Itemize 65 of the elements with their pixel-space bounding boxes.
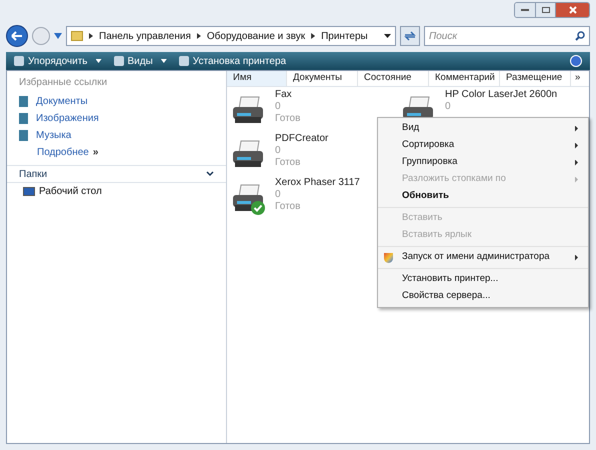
close-icon (568, 6, 576, 14)
library-icon (19, 113, 28, 124)
toolbar-button[interactable]: Виды (114, 54, 167, 68)
sidebar-link[interactable]: Изображения (7, 110, 226, 127)
toolbar-button[interactable]: Установка принтера (178, 54, 286, 68)
folder-icon (71, 31, 83, 41)
search-field[interactable]: Поиск (424, 26, 590, 46)
more-link[interactable]: Подробнее » (7, 144, 226, 161)
address-bar[interactable]: Панель управления Оборудование и звук Принтеры (66, 26, 396, 46)
breadcrumb[interactable]: Принтеры (321, 28, 368, 44)
breadcrumb[interactable]: Оборудование и звук (206, 28, 306, 44)
column-header[interactable]: Документы (287, 71, 358, 86)
printer-status: Готов (275, 201, 302, 213)
refresh-icon (404, 31, 416, 41)
refresh-button[interactable] (400, 26, 420, 46)
menu-item[interactable]: Сортировка (378, 137, 588, 154)
folder-item[interactable]: Рабочий стол (7, 183, 226, 200)
help-icon[interactable] (570, 55, 582, 67)
column-header[interactable]: Комментарий (429, 71, 500, 86)
more-columns-button[interactable]: » (571, 71, 584, 86)
history-caret-icon[interactable] (54, 33, 62, 39)
dropdown-caret-icon (96, 59, 102, 63)
printer-name: PDFCreator (275, 133, 328, 145)
minimize-button[interactable] (515, 3, 535, 17)
close-button[interactable] (555, 3, 589, 17)
desktop-icon (23, 187, 35, 196)
maximize-button[interactable] (535, 3, 555, 17)
job-count: 0 (275, 101, 282, 113)
menu-item[interactable]: Запуск от имени администратора (378, 249, 588, 266)
printer-name: HP Color LaserJet 2600n (445, 89, 558, 101)
section-title: Избранные ссылки (18, 76, 108, 90)
back-button[interactable] (6, 25, 28, 47)
library-icon (19, 96, 28, 107)
breadcrumb-separator-icon (311, 33, 316, 39)
toolbar-item-icon (114, 56, 124, 66)
menu-item[interactable]: Свойства сервера... (378, 288, 588, 305)
printer-status: Готов (275, 113, 300, 125)
toolbar-item-icon (178, 56, 189, 66)
breadcrumb[interactable]: Панель управления (99, 28, 191, 44)
library-icon (19, 130, 28, 141)
menu-item[interactable]: Установить принтер... (378, 271, 588, 288)
breadcrumb-separator-icon (89, 33, 93, 39)
sidebar-link[interactable]: Документы (7, 93, 226, 110)
printer-name: Fax (275, 89, 293, 101)
menu-item[interactable]: Вид (378, 120, 588, 137)
printer-status: Готов (275, 157, 302, 169)
column-header[interactable]: Состояние (358, 71, 429, 86)
back-arrow-icon (11, 31, 23, 41)
search-icon (575, 31, 585, 41)
sidebar-link[interactable]: Музыка (7, 127, 226, 144)
column-header[interactable]: Имя (227, 71, 287, 86)
toolbar-button[interactable]: Упорядочить (14, 54, 102, 68)
dropdown-caret-icon (160, 59, 167, 63)
printer-name: Xerox Phaser 3117 (275, 177, 360, 189)
column-header[interactable]: Размещение (500, 71, 571, 86)
shield-icon (384, 252, 393, 262)
job-count: 0 (275, 145, 282, 157)
job-count: 0 (275, 189, 282, 201)
breadcrumb-separator-icon (196, 33, 201, 39)
folders-header[interactable]: Папки (7, 165, 226, 183)
menu-item[interactable]: Группировка (378, 154, 588, 171)
job-count: 0 (445, 101, 452, 113)
dropdown-caret-icon[interactable] (384, 34, 391, 38)
toolbar-item-icon (14, 56, 24, 66)
menu-item[interactable]: Обновить (378, 188, 588, 205)
